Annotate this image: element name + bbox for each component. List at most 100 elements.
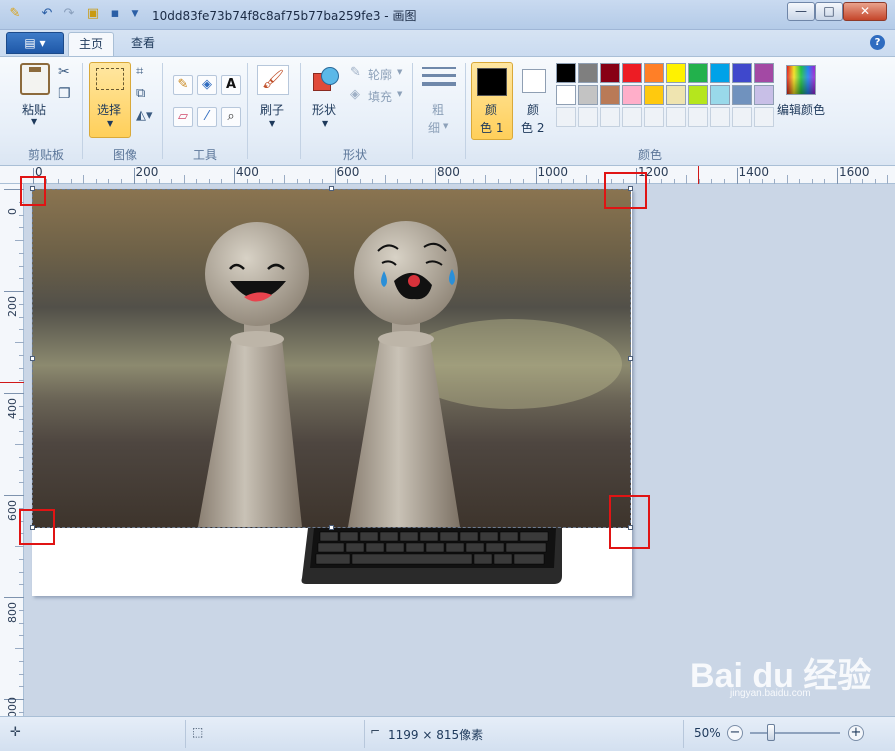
tab-view[interactable]: 查看: [121, 32, 165, 56]
color-picker-icon[interactable]: ⁄: [197, 107, 217, 127]
ruler-minor-tick: [15, 342, 24, 343]
shapes-dropdown-icon[interactable]: ▼: [322, 119, 328, 128]
close-button[interactable]: ✕: [843, 2, 887, 21]
palette-swatch-custom[interactable]: [644, 107, 664, 127]
quick-access-dropdown-icon[interactable]: ▼: [126, 5, 144, 23]
new-file-icon[interactable]: ▣: [84, 5, 102, 23]
palette-swatch[interactable]: [600, 63, 620, 83]
paste-dropdown-icon[interactable]: ▼: [31, 117, 37, 126]
group-divider: [162, 63, 163, 159]
color2-swatch[interactable]: [522, 69, 546, 93]
palette-swatch-custom[interactable]: [578, 107, 598, 127]
ruler-minor-tick: [585, 175, 587, 184]
copy-icon[interactable]: ❐: [58, 87, 71, 101]
paste-icon[interactable]: [20, 63, 50, 95]
ruler-label: 400: [6, 398, 19, 419]
maximize-button[interactable]: □: [815, 2, 843, 21]
shapes-icon[interactable]: [311, 65, 341, 95]
selection-size-icon: ⬚: [192, 725, 204, 739]
outline-icon: ✎: [350, 65, 361, 80]
shapes-button-label[interactable]: 形状: [312, 101, 336, 118]
text-tool-icon[interactable]: A: [221, 75, 241, 95]
palette-swatch[interactable]: [732, 85, 752, 105]
status-bar: ✛ ⬚ ⌐ 1199 × 815像素 50% − +: [0, 716, 895, 751]
window-title: 10dd83fe73b74f8c8af75b77ba259fe3 - 画图: [152, 9, 417, 23]
app-menu-button[interactable]: ▤ ▾: [6, 32, 64, 54]
palette-swatch[interactable]: [754, 63, 774, 83]
brush-icon[interactable]: 🖌: [257, 65, 289, 95]
color1-label-line2: 色 1: [480, 121, 504, 135]
zoom-slider-thumb[interactable]: [767, 724, 775, 741]
paste-button-label[interactable]: 粘贴: [22, 101, 46, 118]
resize-handle-left[interactable]: [30, 356, 35, 361]
paint-app-icon[interactable]: ✎: [6, 5, 24, 23]
palette-swatch-custom[interactable]: [622, 107, 642, 127]
palette-swatch-custom[interactable]: [732, 107, 752, 127]
cut-icon[interactable]: ✂: [58, 65, 70, 79]
eraser-icon[interactable]: ▱: [173, 107, 193, 127]
palette-swatch-custom[interactable]: [754, 107, 774, 127]
resize-handle-right[interactable]: [628, 356, 633, 361]
rotate-icon[interactable]: ◭▾: [136, 109, 153, 122]
size-label-line2: 细: [428, 121, 441, 135]
palette-swatch[interactable]: [556, 85, 576, 105]
help-icon[interactable]: ?: [870, 35, 885, 50]
palette-swatch[interactable]: [754, 85, 774, 105]
fill-bucket-icon[interactable]: ◈: [197, 75, 217, 95]
zoom-slider-track[interactable]: [750, 732, 840, 734]
brushes-button-label[interactable]: 刷子: [260, 101, 284, 118]
palette-swatch[interactable]: [644, 63, 664, 83]
brushes-dropdown-icon[interactable]: ▼: [269, 119, 275, 128]
pencil-icon[interactable]: ✎: [173, 75, 193, 95]
palette-swatch-custom[interactable]: [710, 107, 730, 127]
cursor-position-icon: ✛: [10, 725, 21, 740]
color-palette: [556, 63, 776, 129]
redo-icon[interactable]: ↷: [60, 5, 78, 23]
ruler-tick: [837, 168, 838, 184]
select-dropdown-icon[interactable]: ▼: [107, 119, 113, 128]
fill-icon: ◈: [350, 87, 360, 102]
palette-swatch[interactable]: [688, 85, 708, 105]
resize-icon[interactable]: ⧉: [136, 87, 145, 100]
palette-swatch[interactable]: [622, 85, 642, 105]
minimize-button[interactable]: —: [787, 2, 815, 21]
tab-home[interactable]: 主页: [68, 32, 115, 56]
edit-colors-icon[interactable]: [786, 65, 816, 95]
ruler-label: 1000: [537, 165, 569, 179]
palette-swatch[interactable]: [578, 63, 598, 83]
palette-swatch-custom[interactable]: [556, 107, 576, 127]
palette-swatch[interactable]: [600, 85, 620, 105]
vertical-ruler: 0 200 400 600 800 1000: [0, 184, 24, 725]
zoom-out-button[interactable]: −: [727, 725, 743, 741]
save-icon[interactable]: ▪: [106, 5, 124, 23]
resize-handle-bottom[interactable]: [329, 525, 334, 530]
palette-swatch-custom[interactable]: [688, 107, 708, 127]
edit-colors-button-label[interactable]: 编辑颜色: [777, 101, 825, 118]
horizontal-ruler: 0 200 400 600 800 1000 1200 1400 1600: [0, 165, 895, 184]
palette-swatch[interactable]: [578, 85, 598, 105]
palette-swatch[interactable]: [666, 85, 686, 105]
palette-swatch[interactable]: [732, 63, 752, 83]
color1-swatch: [477, 68, 507, 96]
palette-swatch[interactable]: [622, 63, 642, 83]
palette-swatch[interactable]: [710, 85, 730, 105]
palette-swatch[interactable]: [644, 85, 664, 105]
tools-group-label: 工具: [192, 148, 217, 162]
palette-swatch[interactable]: [710, 63, 730, 83]
undo-icon[interactable]: ↶: [38, 5, 56, 23]
selection-rectangle[interactable]: [32, 189, 631, 528]
ruler-minor-tick: [15, 546, 24, 547]
palette-swatch[interactable]: [688, 63, 708, 83]
crop-icon[interactable]: ⌗: [136, 65, 143, 78]
palette-swatch-custom[interactable]: [666, 107, 686, 127]
magnifier-icon[interactable]: ⌕: [221, 107, 241, 127]
ruler-label: 800: [6, 602, 19, 623]
resize-handle-top[interactable]: [329, 186, 334, 191]
color2-label-line1: 颜: [527, 103, 540, 117]
palette-swatch-custom[interactable]: [600, 107, 620, 127]
palette-swatch[interactable]: [666, 63, 686, 83]
ruler-tick: [234, 168, 235, 184]
ruler-minor-tick: [686, 175, 688, 184]
palette-swatch[interactable]: [556, 63, 576, 83]
zoom-in-button[interactable]: +: [848, 725, 864, 741]
